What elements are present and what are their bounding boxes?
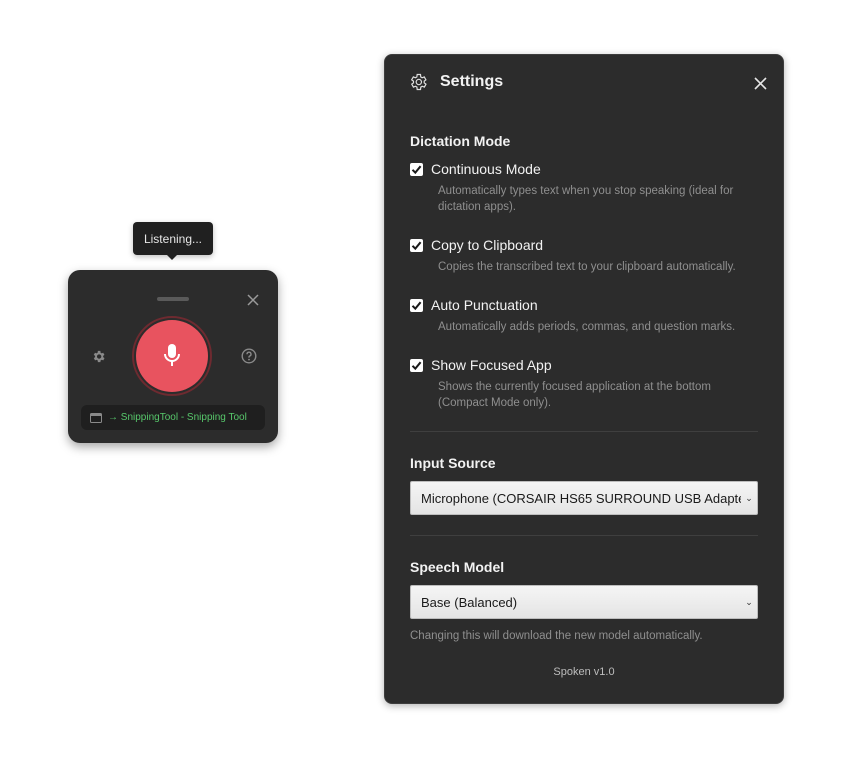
show-focused-app-description: Shows the currently focused application … [438,381,711,409]
drag-handle[interactable] [157,297,189,301]
show-focused-app-checkbox[interactable] [410,358,423,372]
copy-to-clipboard-checkbox[interactable] [410,238,423,252]
show-focused-app-label: Show Focused App [431,357,552,373]
window-icon [90,412,102,423]
auto-punctuation-label: Auto Punctuation [431,297,538,313]
listening-tooltip: Listening... [133,222,213,260]
checkmark-icon [411,301,422,310]
help-icon [241,348,257,364]
continuous-mode-toggle[interactable]: Continuous Mode [410,161,760,177]
focused-app-label: → SnippingTool - Snipping Tool [108,412,247,423]
input-source-select[interactable]: Microphone (CORSAIR HS65 SURROUND USB Ad… [410,481,758,515]
option-show-focused-app: Show Focused App Shows the currently foc… [410,357,760,411]
app-version: Spoken v1.0 [553,666,615,678]
speech-model-hint: Changing this will download the new mode… [410,630,703,642]
settings-close-button[interactable] [751,74,769,92]
copy-to-clipboard-toggle[interactable]: Copy to Clipboard [410,237,760,253]
auto-punctuation-checkbox[interactable] [410,298,423,312]
settings-panel: Settings Dictation Mode Continuous Mode … [384,54,784,704]
input-source-heading: Input Source [410,455,496,471]
widget-close-button[interactable] [244,291,262,309]
speech-model-value: Base (Balanced) [421,594,518,610]
option-auto-punctuation: Auto Punctuation Automatically adds peri… [410,297,760,335]
section-divider [410,535,758,536]
microphone-icon [164,344,180,366]
speech-model-heading: Speech Model [410,559,505,575]
continuous-mode-description: Automatically types text when you stop s… [438,185,734,213]
close-icon [247,294,259,306]
gear-icon [410,73,427,91]
auto-punctuation-toggle[interactable]: Auto Punctuation [410,297,760,313]
continuous-mode-label: Continuous Mode [431,161,541,177]
option-continuous-mode: Continuous Mode Automatically types text… [410,161,760,215]
option-copy-to-clipboard: Copy to Clipboard Copies the transcribed… [410,237,760,275]
close-icon [753,76,767,90]
checkmark-icon [411,165,422,174]
speech-model-select[interactable]: Base (Balanced) ⌄ [410,585,758,619]
checkmark-icon [411,361,422,370]
gear-icon [93,350,104,362]
chevron-down-icon: ⌄ [745,596,753,607]
settings-title: Settings [440,73,504,90]
auto-punctuation-description: Automatically adds periods, commas, and … [438,321,736,333]
copy-to-clipboard-label: Copy to Clipboard [431,237,544,253]
checkmark-icon [411,241,422,250]
compact-widget: → SnippingTool - Snipping Tool [68,270,278,443]
mic-ring [132,316,212,396]
show-focused-app-toggle[interactable]: Show Focused App [410,357,760,373]
section-divider [410,431,758,432]
focused-app-bar: → SnippingTool - Snipping Tool [81,405,265,430]
chevron-down-icon: ⌄ [745,492,753,503]
copy-to-clipboard-description: Copies the transcribed text to your clip… [438,261,736,273]
mic-button[interactable] [136,320,208,392]
dictation-mode-heading: Dictation Mode [410,133,511,149]
widget-help-button[interactable] [239,346,259,366]
input-source-value: Microphone (CORSAIR HS65 SURROUND USB Ad… [421,490,741,506]
widget-settings-button[interactable] [88,346,108,366]
continuous-mode-checkbox[interactable] [410,162,423,176]
